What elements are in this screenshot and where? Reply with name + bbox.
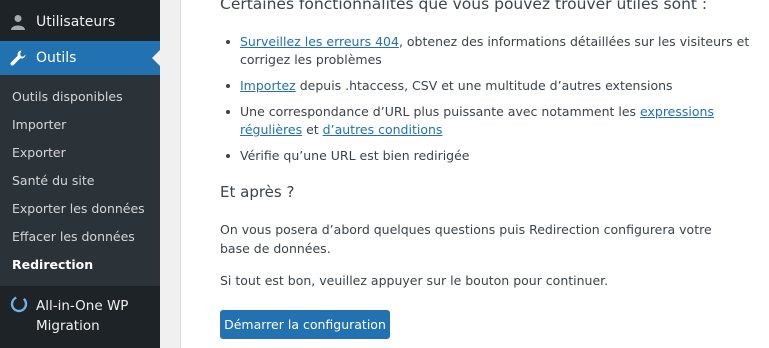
next-steps-paragraph: On vous posera d’abord quelques question… (220, 222, 712, 256)
submenu-item-available-tools[interactable]: Outils disponibles (12, 89, 123, 104)
submenu-item-export-data[interactable]: Exporter les données (12, 201, 145, 216)
menu-label-users: Utilisateurs (36, 14, 116, 30)
list-item: Vérifie qu’une URL est bien redirigée (220, 147, 752, 165)
submenu-item-export[interactable]: Exporter (12, 145, 66, 160)
tools-submenu: Outils disponibles Importer Exporter San… (0, 75, 160, 286)
list-item: Importez depuis .htaccess, CSV et une mu… (220, 77, 752, 95)
features-intro: Certaines fonctionnalités que vous pouve… (220, 0, 708, 13)
menu-item-users[interactable]: Utilisateurs (0, 5, 160, 39)
menu-label-tools: Outils (36, 50, 77, 66)
menu-item-all-in-one-wp-migration[interactable]: All-in-One WP Migration (0, 288, 160, 348)
feature-text: Une correspondance d’URL plus puissante … (240, 104, 641, 119)
continue-paragraph: Si tout est bon, veuillez appuyer sur le… (220, 273, 609, 288)
other-conditions-link[interactable]: d’autres conditions (323, 122, 443, 137)
import-link[interactable]: Importez (240, 78, 296, 93)
menu-item-tools[interactable]: Outils (0, 41, 160, 75)
menu-label-aio-line2: Migration (36, 318, 100, 334)
submenu-item-redirection[interactable]: Redirection (12, 257, 93, 272)
list-item: Une correspondance d’URL plus puissante … (220, 103, 752, 139)
monitor-404-link[interactable]: Surveillez les erreurs 404 (240, 34, 399, 49)
feature-text: et (302, 122, 323, 137)
user-icon (0, 13, 36, 31)
start-setup-button[interactable]: Démarrer la configuration (220, 310, 390, 339)
wrench-icon (0, 49, 36, 67)
feature-text: depuis .htaccess, CSV et une multitude d… (295, 78, 673, 93)
menu-label-aio-line1: All-in-One WP (36, 298, 129, 314)
submenu-item-erase-data[interactable]: Effacer les données (12, 229, 135, 244)
features-list: Surveillez les erreurs 404, obtenez des … (220, 33, 752, 173)
admin-sidebar: Utilisateurs Outils Outils disponibles I… (0, 0, 160, 348)
migration-icon (10, 295, 28, 317)
list-item: Surveillez les erreurs 404, obtenez des … (220, 33, 752, 69)
next-steps-heading: Et après ? (220, 183, 295, 201)
submenu-item-site-health[interactable]: Santé du site (12, 173, 95, 188)
feature-text: Vérifie qu’une URL est bien redirigée (240, 148, 470, 163)
submenu-item-import[interactable]: Importer (12, 117, 66, 132)
